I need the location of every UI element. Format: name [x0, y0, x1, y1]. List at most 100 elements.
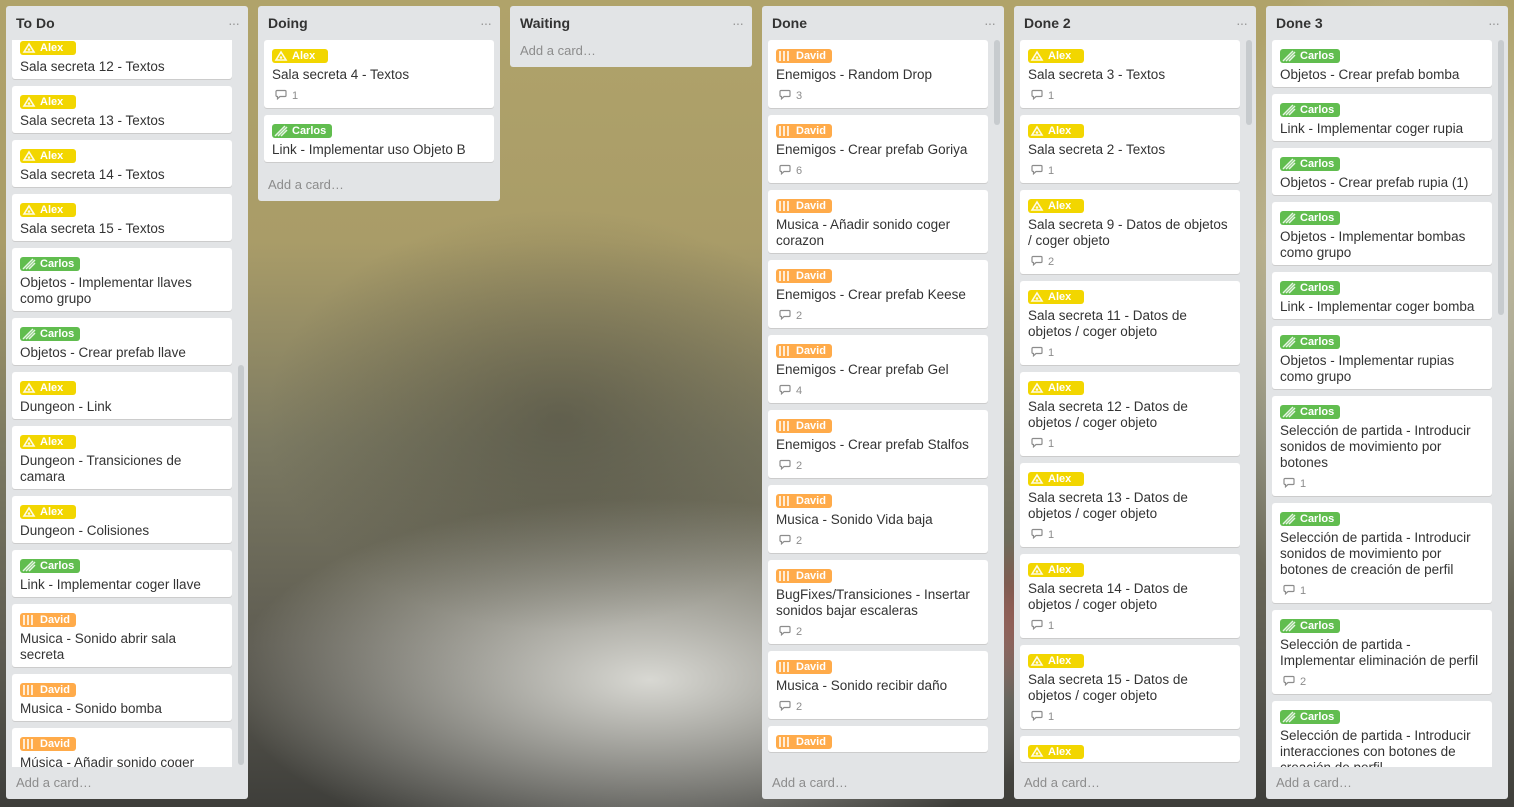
card[interactable]: David Musica - Sonido bomba	[12, 674, 232, 721]
card-title: Link - Implementar uso Objeto B	[272, 142, 466, 157]
card[interactable]: David Musica - Añadir sonido coger corazo…	[768, 190, 988, 253]
scrollbar[interactable]	[238, 365, 244, 765]
vertical-stripes-icon	[778, 736, 792, 748]
comment-icon	[1031, 710, 1043, 724]
list-title: Waiting	[520, 15, 571, 31]
card-badges: 1	[1280, 476, 1484, 492]
warning-triangle-icon	[1030, 200, 1044, 212]
card[interactable]: Alex Sala secreta 15 - Textos	[12, 194, 232, 241]
label-yellow: Alex	[20, 41, 76, 55]
card[interactable]: David Música - Añadir sonido coger rupia	[12, 728, 232, 767]
label-yellow: Alex	[1028, 745, 1084, 759]
label-text: Carlos	[1300, 711, 1335, 723]
diagonal-stripes-icon	[22, 560, 36, 572]
add-card-button[interactable]: Add a card…	[1014, 767, 1256, 799]
label-text: Alex	[1048, 50, 1072, 62]
vertical-stripes-icon	[778, 200, 792, 212]
list-menu-icon[interactable]: ···	[1236, 15, 1248, 31]
comment-icon	[1031, 619, 1043, 633]
list-menu-icon[interactable]: ···	[228, 15, 240, 31]
card-title: Link - Implementar coger rupia	[1280, 121, 1464, 136]
card-badges: 3	[776, 88, 980, 104]
list-menu-icon[interactable]: ···	[984, 15, 996, 31]
label-text: Alex	[1048, 382, 1072, 394]
card[interactable]: Alex Sala secreta 12 - Datos de objetos /…	[1020, 372, 1240, 456]
cards-container: Alex Sala secreta 4 - Textos 1 Carlos Link …	[258, 40, 500, 169]
card[interactable]: Carlos Selección de partida - Implementar…	[1272, 610, 1492, 694]
comment-count: 3	[796, 90, 803, 102]
card-title: Link - Implementar coger llave	[20, 577, 201, 592]
card-title: Música - Añadir sonido coger rupia	[20, 755, 195, 767]
label-yellow: Alex	[20, 203, 76, 217]
card[interactable]: Alex Sala secreta 14 - Datos de objetos /…	[1020, 554, 1240, 638]
card-badges: 2	[776, 624, 980, 640]
add-card-button[interactable]: Add a card…	[510, 40, 752, 67]
card[interactable]: Carlos Link - Implementar uso Objeto B	[264, 115, 494, 162]
card[interactable]: Alex Sala secreta 9 - Datos de objetos / …	[1020, 190, 1240, 274]
card[interactable]: Carlos Objetos - Implementar llaves como …	[12, 248, 232, 311]
comment-count: 1	[1048, 165, 1055, 177]
card[interactable]: David	[768, 726, 988, 752]
vertical-stripes-icon	[778, 125, 792, 137]
list-menu-icon[interactable]: ···	[732, 15, 744, 31]
card[interactable]: Carlos Selección de partida - Introducir …	[1272, 503, 1492, 603]
diagonal-stripes-icon	[1282, 104, 1296, 116]
card[interactable]: Alex Dungeon - Colisiones	[12, 496, 232, 543]
card[interactable]: Alex Sala secreta 15 - Datos de objetos /…	[1020, 645, 1240, 729]
label-text: David	[40, 614, 70, 626]
scrollbar[interactable]	[1246, 40, 1252, 125]
list-menu-icon[interactable]: ···	[1488, 15, 1500, 31]
label-text: Carlos	[1300, 282, 1335, 294]
card[interactable]: David Musica - Sonido Vida baja 2	[768, 485, 988, 553]
comment-count: 4	[796, 385, 803, 397]
card-badges: 2	[776, 699, 980, 715]
card[interactable]: Carlos Link - Implementar coger llave	[12, 550, 232, 597]
card[interactable]: Alex Dungeon - Link	[12, 372, 232, 419]
card[interactable]: David BugFixes/Transiciones - Insertar so…	[768, 560, 988, 644]
card[interactable]: Carlos Selección de partida - Introducir …	[1272, 701, 1492, 767]
card[interactable]: Carlos Link - Implementar coger bomba	[1272, 272, 1492, 319]
scrollbar[interactable]	[1498, 40, 1504, 315]
card[interactable]: Carlos Objetos - Crear prefab llave	[12, 318, 232, 365]
card[interactable]: Carlos Objetos - Implementar rupias como …	[1272, 326, 1492, 389]
add-card-button[interactable]: Add a card…	[6, 767, 248, 799]
card[interactable]: Alex Sala secreta 13 - Datos de objetos /…	[1020, 463, 1240, 547]
card[interactable]: David Enemigos - Crear prefab Stalfos 2	[768, 410, 988, 478]
card[interactable]: Alex	[1020, 736, 1240, 762]
card[interactable]: Alex Sala secreta 4 - Textos 1	[264, 40, 494, 108]
add-card-button[interactable]: Add a card…	[762, 767, 1004, 799]
card[interactable]: Carlos Link - Implementar coger rupia	[1272, 94, 1492, 141]
card[interactable]: Carlos Objetos - Crear prefab bomba	[1272, 40, 1492, 87]
card[interactable]: Carlos Objetos - Crear prefab rupia (1)	[1272, 148, 1492, 195]
card[interactable]: David Enemigos - Crear prefab Gel 4	[768, 335, 988, 403]
label-green: Carlos	[1280, 157, 1341, 171]
add-card-button[interactable]: Add a card…	[1266, 767, 1508, 799]
card[interactable]: David Enemigos - Crear prefab Keese 2	[768, 260, 988, 328]
board: To Do ··· Alex Sala secreta 12 - Textos A…	[0, 0, 1514, 807]
list-menu-icon[interactable]: ···	[480, 15, 492, 31]
card[interactable]: David Musica - Sonido abrir sala secreta	[12, 604, 232, 667]
card[interactable]: Alex Sala secreta 13 - Textos	[12, 86, 232, 133]
diagonal-stripes-icon	[22, 258, 36, 270]
card[interactable]: Carlos Selección de partida - Introducir …	[1272, 396, 1492, 496]
add-card-button[interactable]: Add a card…	[258, 169, 500, 201]
label-green: Carlos	[20, 559, 81, 573]
scrollbar[interactable]	[994, 40, 1000, 125]
card[interactable]: Alex Sala secreta 14 - Textos	[12, 140, 232, 187]
card[interactable]: Carlos Objetos - Implementar bombas como …	[1272, 202, 1492, 265]
card-badges: 1	[1028, 618, 1232, 634]
warning-triangle-icon	[22, 506, 36, 518]
label-text: Carlos	[1300, 406, 1335, 418]
card[interactable]: Alex Sala secreta 3 - Textos 1	[1020, 40, 1240, 108]
card[interactable]: Alex Dungeon - Transiciones de camara	[12, 426, 232, 489]
diagonal-stripes-icon	[1282, 158, 1296, 170]
card[interactable]: David Enemigos - Crear prefab Goriya 6	[768, 115, 988, 183]
card[interactable]: David Enemigos - Random Drop 3	[768, 40, 988, 108]
comment-count: 1	[1048, 438, 1055, 450]
card[interactable]: Alex Sala secreta 11 - Datos de objetos /…	[1020, 281, 1240, 365]
card[interactable]: Alex Sala secreta 2 - Textos 1	[1020, 115, 1240, 183]
card[interactable]: Alex Sala secreta 12 - Textos	[12, 40, 232, 79]
card-title: Musica - Sonido Vida baja	[776, 512, 933, 527]
card[interactable]: David Musica - Sonido recibir daño 2	[768, 651, 988, 719]
vertical-stripes-icon	[778, 270, 792, 282]
